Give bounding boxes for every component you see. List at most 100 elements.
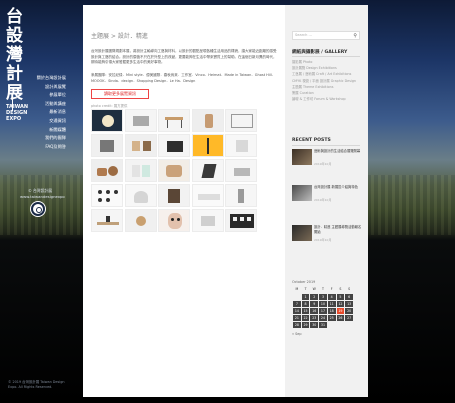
- sidebar: Search ... ⚲ 網紙與攝影展 / GALLERY 攝影展 Photo …: [285, 5, 368, 397]
- calendar-day[interactable]: 26: [335, 313, 346, 322]
- nav-item[interactable]: 活動與講座: [20, 100, 66, 109]
- gallery-thumbnail[interactable]: [191, 184, 224, 207]
- calendar-day[interactable]: 14: [292, 306, 302, 315]
- calendar-day[interactable]: 3: [318, 292, 328, 301]
- nav-item[interactable]: 關於台灣設計展: [20, 74, 66, 83]
- gallery-thumbnail[interactable]: [225, 109, 257, 132]
- footer-line-2[interactable]: www.taiwandesignexpo: [20, 194, 65, 200]
- read-more-button[interactable]: 讀取更多展覽資訊: [91, 89, 149, 99]
- calendar-day[interactable]: 4: [326, 292, 337, 301]
- exhibitor-list: 參展團隊：安拉紀錄．Mini style．優美國際．春秋烏來．工作室．Vinco…: [91, 73, 276, 83]
- gallery-thumbnail[interactable]: [158, 184, 190, 207]
- calendar-table: MTWTFSS 1 2 3 4 5 6 7 8 9 10 11 12 13 14 15 16 17 18 19 20 2…: [292, 286, 354, 329]
- calendar-day[interactable]: 18: [326, 306, 337, 315]
- gallery-thumbnail[interactable]: [158, 134, 190, 157]
- post-thumbnail[interactable]: [292, 225, 312, 241]
- calendar-weekday: S: [348, 287, 351, 292]
- gallery-link[interactable]: CMYK 視覺 / 平面 設計展 Graphic Design: [292, 78, 362, 84]
- calendar-day[interactable]: 24: [318, 313, 328, 322]
- search-icon[interactable]: ⚲: [353, 33, 357, 39]
- calendar-day[interactable]: 31: [318, 320, 328, 329]
- calendar-weekday: M: [295, 287, 299, 292]
- post-title[interactable]: 藝術與設計的生活結合展覽開幕: [314, 149, 362, 154]
- gallery-thumbnail[interactable]: [124, 209, 157, 232]
- search-input[interactable]: Search ... ⚲: [292, 31, 360, 40]
- gallery-thumbnail[interactable]: [158, 109, 190, 132]
- nav-item[interactable]: 最新消息: [20, 108, 66, 117]
- calendar-day[interactable]: 28: [292, 320, 302, 329]
- calendar-day[interactable]: 23: [309, 313, 320, 322]
- calendar-weekday: T: [321, 287, 324, 292]
- calendar-day[interactable]: 20: [344, 306, 354, 315]
- gallery-thumbnail[interactable]: [158, 209, 190, 232]
- gallery-heading: 網紙與攝影展 / GALLERY: [292, 50, 348, 55]
- calendar-day[interactable]: 1: [300, 292, 311, 301]
- gallery-thumbnail[interactable]: [124, 159, 157, 182]
- gallery-thumbnail[interactable]: [191, 159, 224, 182]
- calendar-day[interactable]: 25: [326, 313, 337, 322]
- gallery-thumbnail[interactable]: [91, 209, 123, 232]
- calendar-day[interactable]: 15: [300, 306, 311, 315]
- calendar-prev-link[interactable]: « Sep: [292, 332, 354, 336]
- calendar-day[interactable]: 7: [292, 299, 302, 308]
- post-thumbnail[interactable]: [292, 185, 312, 201]
- gallery-thumbnail[interactable]: [191, 134, 224, 157]
- calendar-day[interactable]: 27: [344, 313, 354, 322]
- calendar-day[interactable]: 30: [309, 320, 320, 329]
- calendar-day: [326, 320, 337, 329]
- calendar-day[interactable]: 12: [335, 299, 346, 308]
- gallery-thumbnail[interactable]: [191, 109, 224, 132]
- gallery-thumbnail[interactable]: [124, 109, 157, 132]
- calendar-day[interactable]: 19: [335, 306, 346, 315]
- calendar-day[interactable]: 6: [344, 292, 354, 301]
- calendar-day[interactable]: 17: [318, 306, 328, 315]
- gallery-thumbnail[interactable]: [124, 134, 157, 157]
- post-title[interactable]: 台灣設計展 新展區介紹與特色: [314, 185, 362, 190]
- calendar-day[interactable]: 22: [300, 313, 311, 322]
- gallery-thumbnail[interactable]: [225, 209, 257, 232]
- recent-post[interactable]: 藝術與設計的生活結合展覽開幕 2019年10月: [292, 149, 364, 171]
- gallery-thumbnail[interactable]: [225, 159, 257, 182]
- nav-item[interactable]: FAQ及問答: [20, 143, 66, 152]
- calendar-day: [292, 292, 302, 301]
- main-content: 主題展 > 設計．精進 台灣設計展團隊規劃本展，將設計主軸導向工藝與材料，以設計…: [83, 5, 285, 397]
- gallery-thumbnail[interactable]: [124, 184, 157, 207]
- gallery-thumbnail[interactable]: [91, 134, 123, 157]
- social-circle-icon[interactable]: [31, 202, 45, 216]
- recent-post[interactable]: 台灣設計展 新展區介紹與特色 2019年10月: [292, 185, 364, 207]
- calendar-day[interactable]: 21: [292, 313, 302, 322]
- calendar-day[interactable]: 2: [309, 292, 320, 301]
- calendar-day[interactable]: 8: [300, 299, 311, 308]
- calendar-day[interactable]: 29: [300, 320, 311, 329]
- calendar-day[interactable]: 9: [309, 299, 320, 308]
- post-thumbnail[interactable]: [292, 149, 312, 165]
- gallery-thumbnail[interactable]: [91, 159, 123, 182]
- calendar-weekday: T: [304, 287, 307, 292]
- calendar-weekday: F: [330, 287, 333, 292]
- gallery-thumbnail[interactable]: [158, 159, 190, 182]
- post-date: 2019年10月: [314, 198, 332, 202]
- calendar-day[interactable]: 5: [335, 292, 346, 301]
- post-date: 2019年10月: [314, 162, 332, 166]
- gallery-thumbnail[interactable]: [191, 209, 224, 232]
- nav-item[interactable]: 我們的團隊: [20, 134, 66, 143]
- calendar-weekday: W: [312, 287, 316, 292]
- gallery-thumbnail[interactable]: [91, 184, 123, 207]
- gallery-link[interactable]: 論壇 & 工作坊 Forum & Workshop: [292, 96, 362, 102]
- gallery-thumbnail[interactable]: [225, 134, 257, 157]
- gallery-list: 攝影展 Photo 設計展覽 Design Exhibitions 工藝展 / …: [292, 59, 362, 102]
- nav-item[interactable]: 設計與展覽: [20, 83, 66, 92]
- gallery-thumbnail[interactable]: [91, 109, 123, 132]
- recent-post[interactable]: 設計．精進 主題展導覽活動報名開始 2019年10月: [292, 225, 364, 247]
- post-title[interactable]: 設計．精進 主題展導覽活動報名開始: [314, 225, 362, 234]
- nav-item[interactable]: 新聞媒體: [20, 126, 66, 135]
- nav-item[interactable]: 參展單位: [20, 91, 66, 100]
- calendar-day[interactable]: 13: [344, 299, 354, 308]
- nav-item[interactable]: 交通資訊: [20, 117, 66, 126]
- calendar-day[interactable]: 10: [318, 299, 328, 308]
- calendar-day[interactable]: 16: [309, 306, 320, 315]
- calendar-day[interactable]: 11: [326, 299, 337, 308]
- divider: [292, 145, 360, 146]
- gallery-thumbnail[interactable]: [225, 184, 257, 207]
- breadcrumb: 主題展 > 設計．精進: [91, 33, 148, 40]
